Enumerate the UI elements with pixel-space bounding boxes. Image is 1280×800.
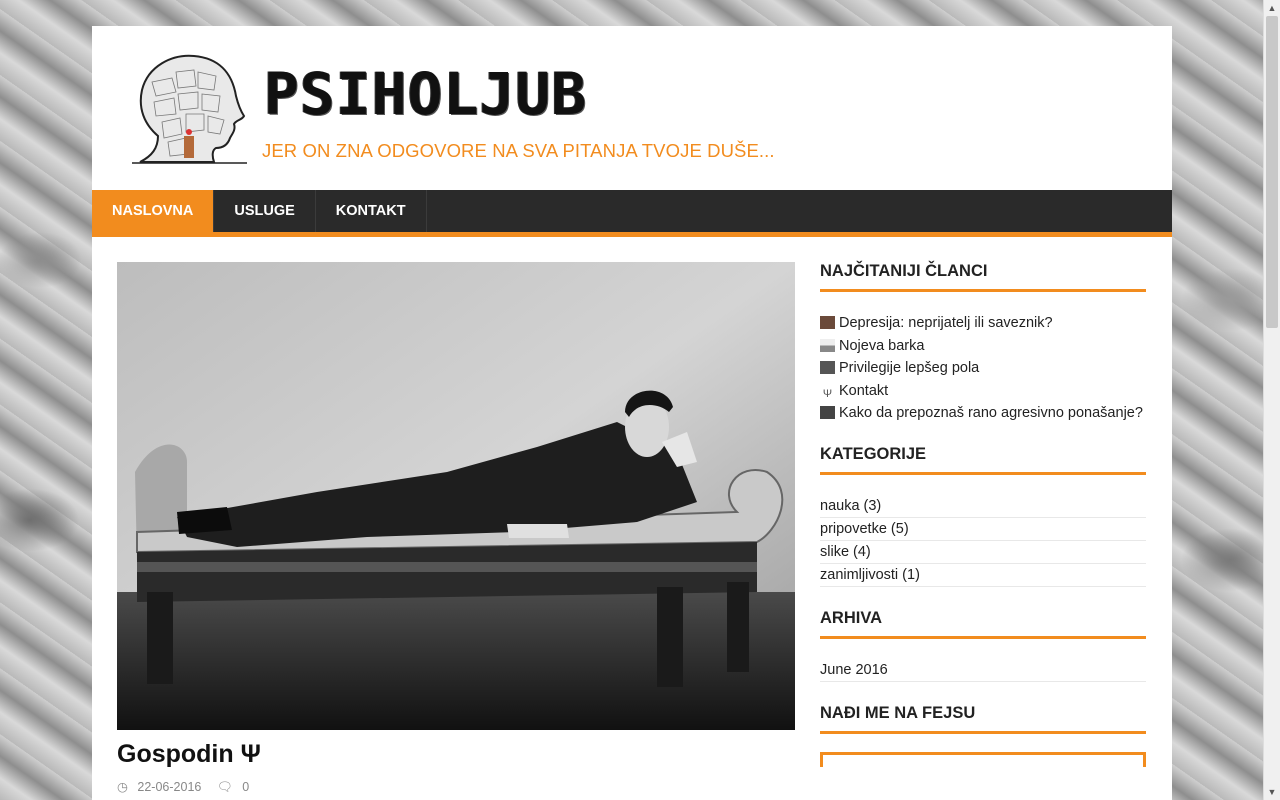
nav-item-naslovna[interactable]: NASLOVNA xyxy=(92,190,215,232)
popular-post-link[interactable]: Nojeva barka xyxy=(839,338,924,354)
comment-icon: 🗨 xyxy=(216,780,233,794)
category-item[interactable]: nauka (3) xyxy=(820,495,1146,518)
scroll-up-arrow-icon[interactable]: ▲ xyxy=(1266,2,1278,14)
list-item[interactable]: Nojeva barka xyxy=(820,335,1146,358)
popular-post-link[interactable]: Privilegije lepšeg pola xyxy=(839,360,979,376)
main-navigation: NASLOVNA USLUGE KONTAKT xyxy=(92,190,1172,237)
categories-widget-title: KATEGORIJE xyxy=(820,445,1146,475)
list-item[interactable]: Depresija: neprijatelj ili saveznik? xyxy=(820,312,1146,335)
post-thumbnail xyxy=(820,316,835,329)
site-header: PSIHOLJUB JER ON ZNA ODGOVORE NA SVA PIT… xyxy=(92,26,1172,190)
post-date[interactable]: 22-06-2016 xyxy=(137,780,201,794)
popular-post-link[interactable]: Kontakt xyxy=(839,383,888,399)
archive-widget-title: ARHIVA xyxy=(820,609,1146,639)
facebook-widget-title: NAĐI ME NA FEJSU xyxy=(820,704,1146,734)
facebook-box[interactable] xyxy=(820,751,1146,767)
post-thumbnail xyxy=(820,338,835,352)
post-title[interactable]: Gospodin Ψ xyxy=(117,740,795,769)
category-item[interactable]: slike (4) xyxy=(820,541,1146,564)
list-item[interactable]: Privilegije lepšeg pola xyxy=(820,357,1146,380)
category-item[interactable]: zanimljivosti (1) xyxy=(820,564,1146,587)
head-logo-icon[interactable] xyxy=(132,52,247,166)
post-thumbnail xyxy=(820,406,835,419)
site-title[interactable]: PSIHOLJUB xyxy=(264,62,587,126)
scroll-thumb[interactable] xyxy=(1266,16,1278,328)
popular-post-link[interactable]: Kako da prepoznaš rano agresivno ponašan… xyxy=(839,405,1143,421)
popular-widget-title: NAJČITANIJI ČLANCI xyxy=(820,262,1146,292)
nav-item-kontakt[interactable]: KONTAKT xyxy=(316,190,427,232)
clock-icon: ◷ xyxy=(117,780,128,794)
post-comments-count[interactable]: 0 xyxy=(242,780,249,794)
nav-item-usluge[interactable]: USLUGE xyxy=(214,190,316,232)
psi-icon: Ψ xyxy=(822,387,833,400)
category-item[interactable]: pripovetke (5) xyxy=(820,518,1146,541)
categories-list: nauka (3) pripovetke (5) slike (4) zanim… xyxy=(820,495,1146,587)
scroll-down-arrow-icon[interactable]: ▼ xyxy=(1266,786,1278,798)
post-thumbnail xyxy=(820,361,835,374)
archive-list: June 2016 xyxy=(820,659,1146,682)
page-scrollbar[interactable]: ▲ ▼ xyxy=(1263,0,1280,800)
sidebar: NAJČITANIJI ČLANCI Depresija: neprijatel… xyxy=(820,262,1146,767)
list-item[interactable]: Ψ Kontakt xyxy=(820,380,1146,403)
page-container: PSIHOLJUB JER ON ZNA ODGOVORE NA SVA PIT… xyxy=(92,26,1172,800)
site-tagline: JER ON ZNA ODGOVORE NA SVA PITANJA TVOJE… xyxy=(262,140,775,161)
featured-image[interactable] xyxy=(117,262,795,730)
archive-item[interactable]: June 2016 xyxy=(820,659,1146,682)
popular-posts-list: Depresija: neprijatelj ili saveznik? Noj… xyxy=(820,312,1146,425)
list-item[interactable]: Kako da prepoznaš rano agresivno ponašan… xyxy=(820,402,1146,425)
popular-post-link[interactable]: Depresija: neprijatelj ili saveznik? xyxy=(839,315,1053,331)
post-meta: ◷ 22-06-2016 🗨 0 xyxy=(117,779,795,795)
main-content: Gospodin Ψ ◷ 22-06-2016 🗨 0 xyxy=(117,262,795,795)
